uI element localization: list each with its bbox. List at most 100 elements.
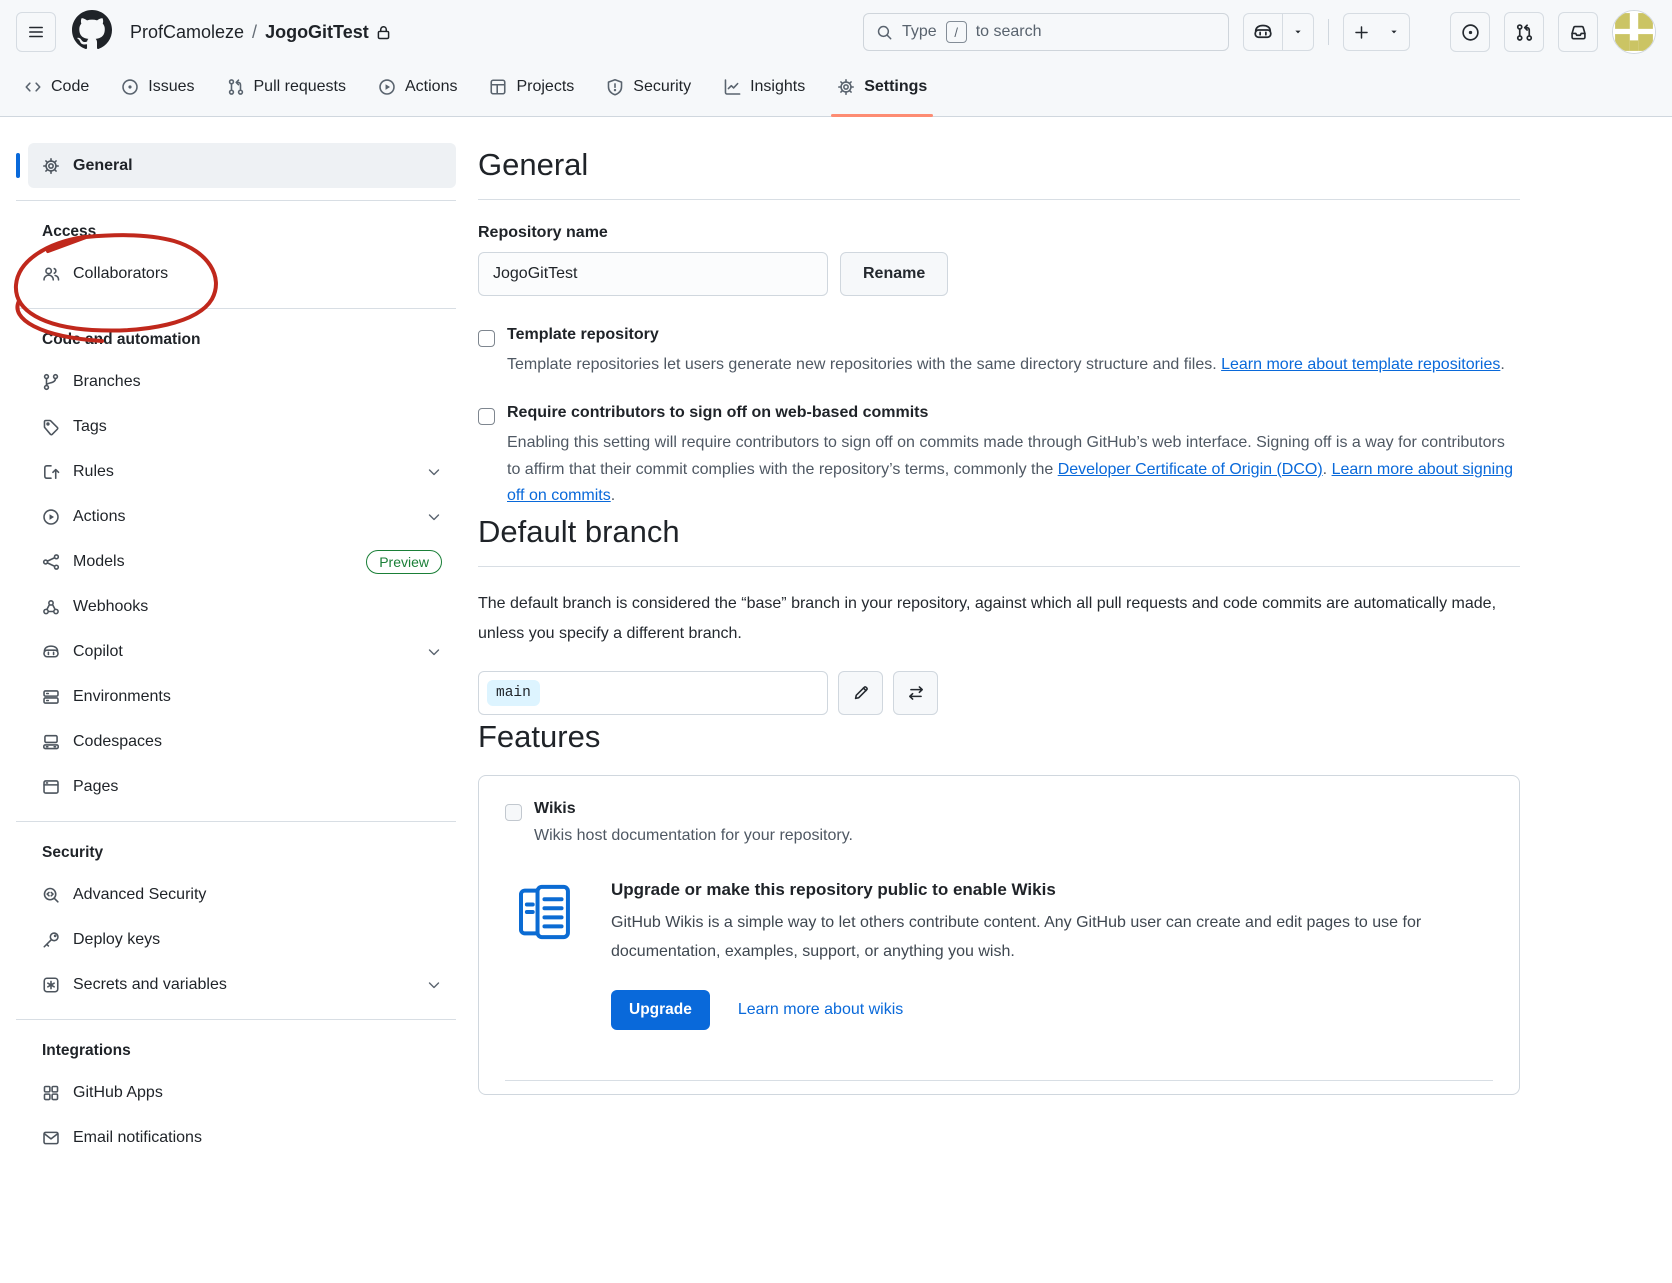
inbox-button[interactable] <box>1558 12 1598 52</box>
copilot-dropdown-caret[interactable] <box>1282 14 1313 50</box>
sidebar-item-rules[interactable]: Rules <box>16 449 456 494</box>
tab-label: Settings <box>864 78 927 96</box>
sidebar-item-codespaces[interactable]: Codespaces <box>16 719 456 764</box>
breadcrumb-repo-link[interactable]: JogoGitTest <box>265 22 392 43</box>
code-scan-icon <box>42 886 60 904</box>
tag-icon <box>42 418 60 436</box>
search-placeholder-prefix: Type <box>902 23 937 41</box>
sidebar-section-integrations: Integrations <box>16 1032 456 1070</box>
default-branch-description: The default branch is considered the “ba… <box>478 589 1518 650</box>
search-input[interactable]: Type / to search <box>863 13 1229 51</box>
search-icon <box>876 24 893 41</box>
wikis-setting: Wikis Wikis host documentation for your … <box>505 800 1493 849</box>
sidebar-item-tags[interactable]: Tags <box>16 404 456 449</box>
caret-down-icon <box>1292 26 1304 38</box>
people-icon <box>42 265 60 283</box>
issues-button[interactable] <box>1450 12 1490 52</box>
settings-main-panel: General Repository name Rename Template … <box>478 143 1520 1095</box>
page-title-general: General <box>478 147 1520 200</box>
default-branch-name: main <box>487 680 540 706</box>
server-icon <box>42 688 60 706</box>
sidebar-item-collaborators[interactable]: Collaborators <box>16 251 456 296</box>
pull-requests-button[interactable] <box>1504 12 1544 52</box>
sidebar-item-models[interactable]: Models Preview <box>16 539 456 584</box>
github-logo[interactable] <box>72 10 112 55</box>
hamburger-icon <box>27 23 45 41</box>
tab-pull-requests[interactable]: Pull requests <box>211 68 363 116</box>
repository-name-input[interactable] <box>478 252 828 296</box>
header-row: ProfCamoleze / JogoGitTest Type / to sea… <box>0 8 1672 56</box>
sidebar-item-email-notifications[interactable]: Email notifications <box>16 1115 456 1160</box>
signoff-checkbox[interactable] <box>478 408 495 425</box>
sidebar-item-pages[interactable]: Pages <box>16 764 456 809</box>
create-new-button[interactable] <box>1343 13 1410 51</box>
default-branch-heading: Default branch <box>478 514 1520 567</box>
chevron-down-icon <box>426 509 442 525</box>
tab-actions[interactable]: Actions <box>362 68 473 116</box>
share-nodes-icon <box>42 553 60 571</box>
tab-label: Actions <box>405 78 457 96</box>
template-repository-label: Template repository <box>507 326 1505 344</box>
features-heading: Features <box>478 719 1520 755</box>
sidebar-divider <box>16 308 456 309</box>
sidebar-item-label: General <box>73 157 133 175</box>
plus-icon <box>1353 24 1370 41</box>
sidebar-item-label: GitHub Apps <box>73 1084 163 1102</box>
template-repository-checkbox[interactable] <box>478 330 495 347</box>
dco-link[interactable]: Developer Certificate of Origin (DCO) <box>1058 461 1323 478</box>
tab-insights[interactable]: Insights <box>707 68 821 116</box>
settings-page-body: General Access Collaborators Code and au… <box>0 117 1672 1160</box>
repository-name-label: Repository name <box>478 224 1520 242</box>
tab-settings[interactable]: Settings <box>821 68 943 116</box>
sidebar-item-general[interactable]: General <box>16 143 456 188</box>
wikis-checkbox[interactable] <box>505 804 522 821</box>
template-repositories-link[interactable]: Learn more about template repositories <box>1221 356 1500 373</box>
sidebar-item-copilot[interactable]: Copilot <box>16 629 456 674</box>
git-branch-icon <box>42 373 60 391</box>
sidebar-item-advanced-security[interactable]: Advanced Security <box>16 872 456 917</box>
caret-down-icon <box>1388 26 1400 38</box>
wikis-upgrade-block: Upgrade or make this repository public t… <box>505 880 1493 1031</box>
key-icon <box>42 931 60 949</box>
default-branch-field: main <box>478 671 828 715</box>
upgrade-button[interactable]: Upgrade <box>611 990 710 1030</box>
slash-key-hint: / <box>946 21 967 43</box>
tab-code[interactable]: Code <box>8 68 105 116</box>
git-pull-request-icon <box>227 78 245 96</box>
sidebar-item-branches[interactable]: Branches <box>16 359 456 404</box>
play-icon <box>42 508 60 526</box>
user-avatar[interactable] <box>1612 10 1656 54</box>
template-repository-description: Template repositories let users generate… <box>507 352 1505 378</box>
sidebar-item-label: Advanced Security <box>73 886 206 904</box>
sidebar-item-environments[interactable]: Environments <box>16 674 456 719</box>
sidebar-item-label: Tags <box>73 418 107 436</box>
github-octocat-icon <box>72 10 112 50</box>
chevron-down-icon <box>426 977 442 993</box>
sidebar-item-deploy-keys[interactable]: Deploy keys <box>16 917 456 962</box>
hamburger-menu-button[interactable] <box>16 12 56 52</box>
copilot-button[interactable] <box>1243 13 1314 51</box>
sidebar-item-github-apps[interactable]: GitHub Apps <box>16 1070 456 1115</box>
sidebar-item-secrets-and-variables[interactable]: Secrets and variables <box>16 962 456 1007</box>
create-new-caret[interactable] <box>1379 14 1409 50</box>
rename-button[interactable]: Rename <box>840 252 948 296</box>
sidebar-item-label: Pages <box>73 778 118 796</box>
sidebar-section-access: Access <box>16 213 456 251</box>
features-card: Wikis Wikis host documentation for your … <box>478 775 1520 1095</box>
wikis-learn-more-link[interactable]: Learn more about wikis <box>738 1001 903 1019</box>
issue-opened-icon <box>1461 23 1480 42</box>
wiki-document-icon <box>509 880 581 944</box>
breadcrumb-owner-link[interactable]: ProfCamoleze <box>130 22 244 43</box>
rename-branch-button[interactable] <box>838 671 883 715</box>
switch-branch-button[interactable] <box>893 671 938 715</box>
repo-tab-bar: Code Issues Pull requests Actions Projec… <box>0 56 1672 116</box>
sidebar-item-webhooks[interactable]: Webhooks <box>16 584 456 629</box>
tab-label: Insights <box>750 78 805 96</box>
description-text: . <box>611 487 615 504</box>
tab-security[interactable]: Security <box>590 68 707 116</box>
rules-icon <box>42 463 60 481</box>
tab-issues[interactable]: Issues <box>105 68 210 116</box>
tab-projects[interactable]: Projects <box>473 68 590 116</box>
tab-label: Security <box>633 78 691 96</box>
sidebar-item-actions[interactable]: Actions <box>16 494 456 539</box>
